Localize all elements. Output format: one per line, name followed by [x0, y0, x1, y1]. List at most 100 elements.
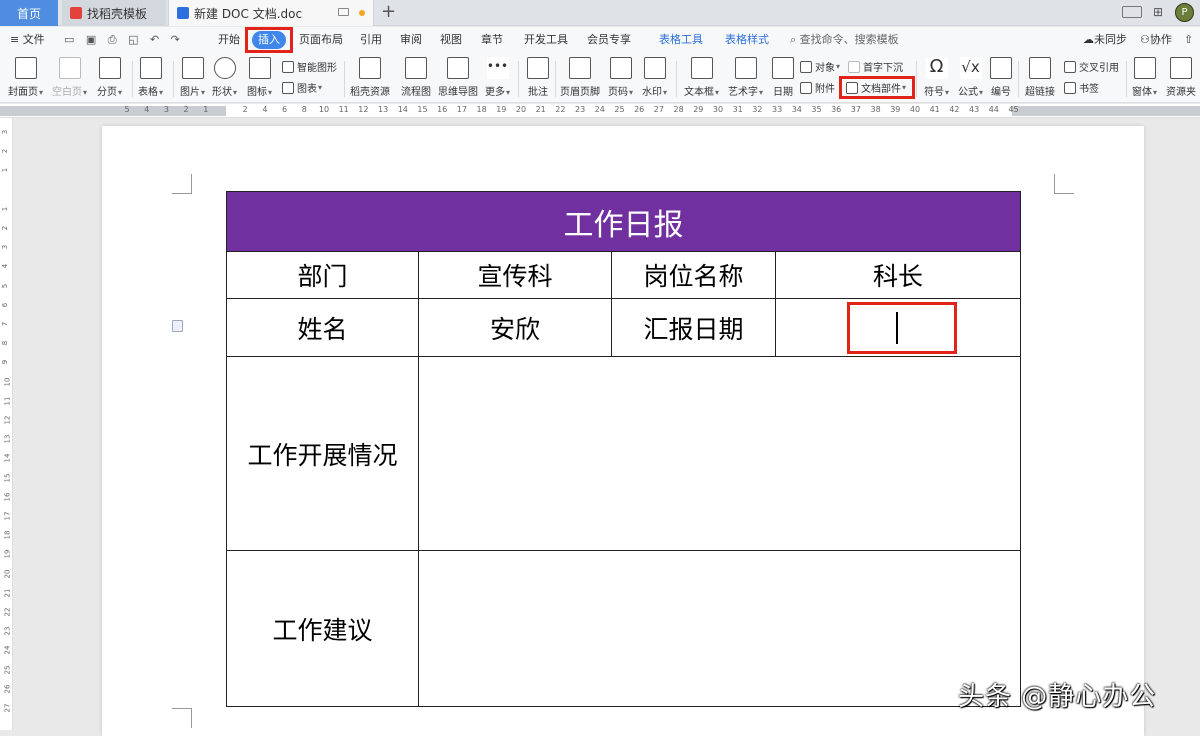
ruler-number: 14: [397, 105, 408, 114]
attachment-button[interactable]: 附件: [800, 80, 835, 95]
progress-value-cell[interactable]: [418, 356, 1021, 551]
window-form-button[interactable]: 窗体▾: [1132, 53, 1157, 98]
ruler-number: 6: [1, 302, 10, 308]
ruler-number: 23: [3, 626, 12, 636]
sync-status-label: 未同步: [1094, 33, 1127, 46]
menu-bar: ≡ 文件 ▭ ▣ ⎙ ◱ ↶ ↷ 开始 插入 页面布局 引用 审阅 视图 章节 …: [0, 27, 1200, 53]
horizontal-ruler[interactable]: 5 4 3 2 1 2 4 6 8 10 11 12 13 14 15 16 17 18 19 20 21 22 23 24 2…: [0, 104, 1200, 118]
progress-label-cell[interactable]: 工作开展情况: [226, 356, 419, 551]
ruler-right-margin: [1012, 106, 1200, 116]
tab-home[interactable]: 首页: [0, 0, 58, 26]
ruler-number: 8: [301, 105, 307, 114]
bookmark-label: 书签: [1079, 84, 1099, 95]
bookmark-button[interactable]: 书签: [1064, 80, 1099, 95]
dept-label-cell[interactable]: 部门: [226, 251, 419, 299]
word-doc-icon: [177, 7, 189, 19]
picture-button[interactable]: 图片▾: [180, 53, 205, 98]
chart-button[interactable]: 图表 ▾: [282, 80, 322, 95]
dept-value-cell[interactable]: 宣传科: [418, 251, 612, 299]
symbol-label: 符号: [924, 87, 944, 98]
flowchart-button[interactable]: 流程图: [401, 53, 431, 98]
blank-page-button[interactable]: 空白页▾: [52, 53, 87, 98]
report-date-label-cell[interactable]: 汇报日期: [611, 298, 776, 357]
avatar[interactable]: P: [1175, 3, 1194, 22]
new-tab-button[interactable]: +: [381, 1, 396, 22]
quick-access-toolbar[interactable]: ▭ ▣ ⎙ ◱ ↶ ↷: [64, 27, 184, 53]
ruler-number: 40: [909, 105, 921, 114]
wordart-icon: [734, 57, 757, 79]
numbering-button[interactable]: 编号: [990, 53, 1012, 98]
shape-button[interactable]: 形状▾: [212, 53, 237, 98]
flowchart-icon: [405, 57, 427, 79]
monitor-icon[interactable]: [338, 8, 349, 16]
object-button[interactable]: 对象 ▾: [800, 59, 840, 74]
more-button[interactable]: ••• 更多▾: [485, 53, 510, 98]
watermark-label: 水印: [642, 87, 662, 98]
menu-page-layout[interactable]: 页面布局: [299, 27, 343, 53]
menu-file[interactable]: ≡ 文件: [10, 27, 45, 53]
menu-references[interactable]: 引用: [360, 27, 382, 53]
daily-report-table[interactable]: 工作日报 部门 宣传科 岗位名称 科长 姓名 安欣 汇报日期 工作开展情况 工作…: [226, 191, 1021, 707]
page-number-button[interactable]: 页码▾: [608, 53, 633, 98]
menu-start[interactable]: 开始: [218, 27, 240, 53]
suggestion-label-cell[interactable]: 工作建议: [226, 550, 419, 707]
page-break-button[interactable]: 分页▾: [97, 53, 122, 98]
comment-label: 批注: [528, 87, 548, 98]
ruler-number: 18: [3, 530, 12, 540]
symbol-button[interactable]: Ω 符号▾: [924, 53, 949, 99]
ruler-number: 18: [476, 105, 487, 114]
comment-button[interactable]: 批注: [527, 53, 549, 98]
date-button[interactable]: 日期: [772, 53, 794, 98]
ruler-number: 15: [3, 473, 12, 483]
position-label-cell[interactable]: 岗位名称: [611, 251, 776, 299]
textbox-button[interactable]: 文本框▾: [684, 53, 719, 98]
menu-member[interactable]: 会员专享: [587, 27, 631, 53]
smart-shape-label: 智能图形: [297, 63, 337, 74]
name-label-cell[interactable]: 姓名: [226, 298, 419, 357]
resource-folder-button[interactable]: 资源夹: [1166, 53, 1196, 98]
share-icon[interactable]: ⇧: [1184, 27, 1193, 53]
name-value-cell[interactable]: 安欣: [418, 298, 612, 357]
hyperlink-button[interactable]: 超链接: [1025, 53, 1055, 98]
ruler-left-margin: [0, 106, 226, 116]
wordart-button[interactable]: 艺术字▾: [728, 53, 763, 98]
ruler-number: 30: [712, 105, 724, 114]
tab-template[interactable]: 找稻壳模板: [62, 0, 166, 26]
header-footer-button[interactable]: 页眉页脚: [560, 53, 600, 98]
docer-resources-button[interactable]: 稻壳资源: [350, 53, 390, 98]
object-label: 对象: [815, 63, 835, 74]
layout-icon[interactable]: [1122, 6, 1142, 18]
position-value-cell[interactable]: 科长: [775, 251, 1021, 299]
menu-view[interactable]: 视图: [440, 27, 462, 53]
paragraph-handle-icon[interactable]: [172, 320, 183, 332]
sync-status[interactable]: ☁未同步: [1083, 27, 1127, 53]
menu-table-tools[interactable]: 表格工具: [659, 27, 703, 53]
ruler-number: 12: [3, 415, 12, 425]
mindmap-button[interactable]: 思维导图: [438, 53, 478, 98]
menu-chapter[interactable]: 章节: [481, 27, 503, 53]
bookmark-icon: [1064, 81, 1076, 94]
page-number-icon: [609, 57, 632, 79]
formula-button[interactable]: √x 公式▾: [958, 53, 983, 98]
ruler-number: 27: [653, 105, 664, 114]
table-button[interactable]: 表格▾: [138, 53, 163, 98]
cross-ref-button[interactable]: 交叉引用: [1064, 59, 1119, 74]
grid-icon[interactable]: ⊞: [1150, 5, 1166, 19]
ruler-number: 33: [772, 105, 783, 114]
collaborate-button[interactable]: ⚇协作: [1140, 27, 1172, 53]
menu-dev-tools[interactable]: 开发工具: [524, 27, 568, 53]
drop-cap-button[interactable]: 首字下沉: [848, 59, 903, 74]
table-title[interactable]: 工作日报: [226, 191, 1021, 252]
icon-button[interactable]: 图标▾: [247, 53, 272, 98]
menu-table-style[interactable]: 表格样式: [725, 27, 769, 53]
suggestion-value-cell[interactable]: [418, 550, 1021, 707]
command-search[interactable]: ⌕ 查找命令、搜索模板: [790, 27, 899, 53]
command-search-placeholder: 查找命令、搜索模板: [799, 33, 899, 46]
tab-document[interactable]: 新建 DOC 文档.doc: [168, 0, 374, 26]
watermark-button[interactable]: 水印▾: [642, 53, 667, 98]
vertical-ruler[interactable]: 3 2 1 1 2 3 4 5 6 7 8 9 10 11 12 13 14 15 16 17 18 19 20 21 22 23…: [0, 118, 13, 730]
menu-review[interactable]: 审阅: [400, 27, 422, 53]
cover-page-button[interactable]: 封面页▾: [8, 53, 43, 98]
formula-label: 公式: [958, 87, 978, 98]
smart-shape-button[interactable]: 智能图形: [282, 59, 337, 74]
